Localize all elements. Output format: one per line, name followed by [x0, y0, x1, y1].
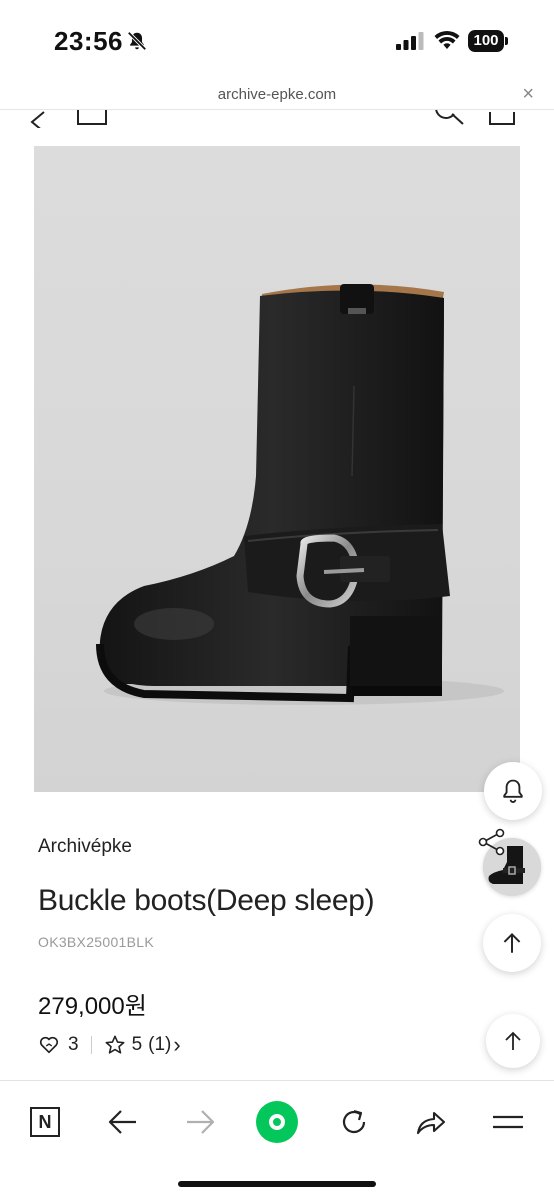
- naver-n-label: N: [38, 1111, 52, 1132]
- share-arrow-icon: [416, 1111, 446, 1135]
- product-title: Buckle boots(Deep sleep): [38, 884, 375, 917]
- heart-icon[interactable]: [38, 1034, 60, 1056]
- menu-button[interactable]: [485, 1099, 531, 1145]
- green-dot-button[interactable]: [254, 1099, 300, 1145]
- review-count[interactable]: (1): [148, 1034, 171, 1056]
- like-count[interactable]: 3: [68, 1034, 79, 1056]
- menu-icon: [493, 1115, 523, 1129]
- back-icon[interactable]: [30, 111, 45, 128]
- chevron-right-icon[interactable]: ›: [173, 1032, 180, 1058]
- bell-slash-icon: [127, 31, 147, 51]
- brand-name[interactable]: Archivépke: [38, 836, 132, 858]
- wifi-icon: [434, 30, 460, 49]
- green-dot-icon: [256, 1101, 298, 1143]
- product-price: 279,000원: [38, 993, 147, 1020]
- star-icon[interactable]: [104, 1034, 126, 1056]
- share-button[interactable]: [408, 1099, 454, 1145]
- page-scroll-top-button[interactable]: [486, 1014, 540, 1068]
- bell-icon: [503, 779, 523, 803]
- battery-icon: 100: [468, 30, 508, 52]
- forward-arrow-icon: [187, 1110, 215, 1134]
- site-header-partial: [30, 110, 515, 128]
- search-icon[interactable]: [435, 110, 464, 125]
- status-bar: 23:56 100: [0, 0, 554, 80]
- status-time: 23:56: [54, 26, 123, 56]
- url-text[interactable]: archive-epke.com: [0, 86, 554, 103]
- home-icon[interactable]: [77, 110, 107, 125]
- product-meta-row: 3 5 (1) ›: [38, 1032, 181, 1058]
- back-arrow-icon: [108, 1110, 136, 1134]
- naver-n-icon: N: [30, 1107, 60, 1137]
- forward-button[interactable]: [177, 1099, 223, 1145]
- product-sku: OK3BX25001BLK: [38, 934, 154, 950]
- divider: [90, 1036, 92, 1054]
- cellular-signal-icon: [396, 32, 424, 50]
- reload-button[interactable]: [331, 1099, 377, 1145]
- product-image[interactable]: [34, 146, 520, 792]
- browser-url-bar[interactable]: archive-epke.com ×: [0, 80, 554, 110]
- back-button[interactable]: [100, 1099, 146, 1145]
- boot-illustration: [96, 284, 504, 705]
- share-icon[interactable]: [478, 828, 506, 856]
- bag-icon[interactable]: [489, 112, 515, 125]
- battery-level: 100: [468, 30, 504, 52]
- scroll-top-icon: [503, 932, 521, 953]
- rating-value[interactable]: 5: [132, 1034, 143, 1056]
- notification-button[interactable]: [484, 762, 542, 820]
- scroll-top-button[interactable]: [483, 914, 541, 972]
- close-icon[interactable]: ×: [522, 83, 534, 106]
- reload-icon: [342, 1109, 366, 1134]
- naver-home-button[interactable]: N: [22, 1099, 68, 1145]
- scroll-top-icon: [505, 1031, 521, 1050]
- home-indicator[interactable]: [178, 1181, 376, 1187]
